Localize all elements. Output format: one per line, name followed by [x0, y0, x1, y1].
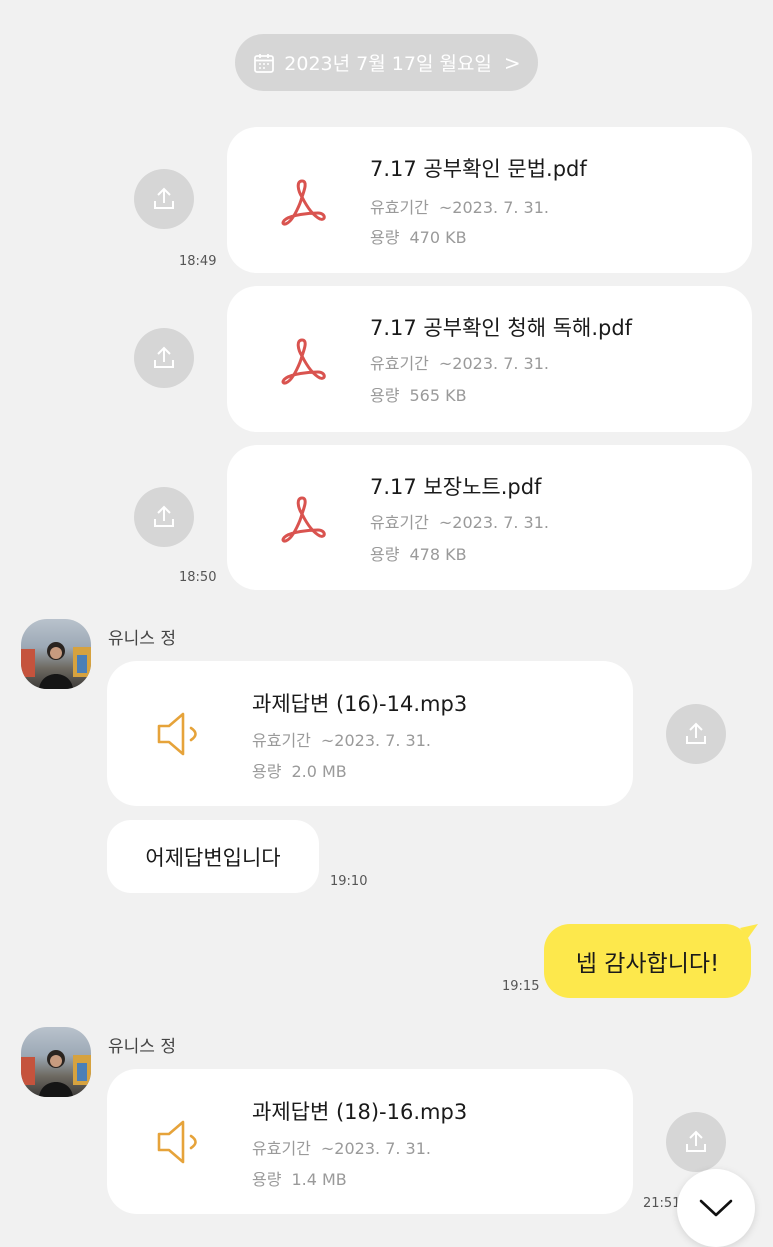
file-name: 7.17 보장노트.pdf	[370, 475, 542, 499]
chevron-down-icon	[699, 1199, 733, 1217]
message-time: 18:49	[179, 254, 217, 269]
file-name: 7.17 공부확인 청해 독해.pdf	[370, 316, 633, 340]
file-message[interactable]: 과제답변 (16)-14.mp3 유효기간 ~2023. 7. 31. 용량 2.0…	[107, 661, 633, 806]
file-expiry: 유효기간 ~2023. 7. 31.	[252, 1139, 431, 1158]
scroll-to-bottom-button[interactable]	[677, 1169, 755, 1247]
calendar-icon	[254, 53, 275, 73]
file-message[interactable]: 7.17 보장노트.pdf 유효기간 ~2023. 7. 31. 용량 478 KB	[227, 445, 752, 590]
chevron-right-icon: >	[503, 50, 521, 75]
message-time: 21:51	[643, 1196, 681, 1211]
file-expiry: 유효기간 ~2023. 7. 31.	[370, 354, 549, 373]
share-icon	[154, 346, 174, 368]
avatar[interactable]	[21, 619, 91, 689]
file-expiry: 유효기간 ~2023. 7. 31.	[252, 731, 431, 750]
file-expiry: 유효기간 ~2023. 7. 31.	[370, 513, 549, 532]
text-message[interactable]: 어제답변입니다	[107, 820, 319, 893]
file-size: 용량 565 KB	[370, 386, 467, 405]
speaker-icon	[157, 1120, 197, 1164]
message-time: 19:15	[502, 979, 540, 994]
pdf-icon	[281, 496, 326, 543]
my-text-message[interactable]: 넵 감사합니다!	[544, 924, 751, 998]
profile-photo	[21, 642, 91, 689]
pdf-icon	[281, 179, 326, 226]
speaker-icon	[157, 712, 197, 756]
file-name: 7.17 공부확인 문법.pdf	[370, 157, 587, 181]
message-time: 19:10	[330, 874, 368, 889]
file-size: 용량 478 KB	[370, 545, 467, 564]
file-size: 용량 470 KB	[370, 228, 467, 247]
share-icon	[154, 187, 174, 209]
file-size: 용량 1.4 MB	[252, 1170, 347, 1189]
share-icon	[686, 1130, 706, 1152]
file-message[interactable]: 7.17 공부확인 청해 독해.pdf 유효기간 ~2023. 7. 31. 용량…	[227, 286, 752, 432]
share-button[interactable]	[134, 169, 194, 229]
profile-photo	[21, 1050, 91, 1097]
avatar[interactable]	[21, 1027, 91, 1097]
share-button[interactable]	[134, 328, 194, 388]
date-label: 2023년 7월 17일 월요일	[284, 53, 492, 75]
share-icon	[686, 722, 706, 744]
message-text: 어제답변입니다	[145, 845, 281, 870]
file-message[interactable]: 과제답변 (18)-16.mp3 유효기간 ~2023. 7. 31. 용량 1.4…	[107, 1069, 633, 1214]
share-button[interactable]	[666, 1112, 726, 1172]
pdf-icon	[281, 338, 326, 385]
file-name: 과제답변 (18)-16.mp3	[252, 1100, 468, 1124]
sender-name: 유니스 정	[108, 1037, 176, 1057]
message-time: 18:50	[179, 570, 217, 585]
file-expiry: 유효기간 ~2023. 7. 31.	[370, 198, 549, 217]
message-text: 넵 감사합니다!	[575, 951, 720, 977]
share-icon	[154, 505, 174, 527]
bubble-tail	[740, 924, 758, 938]
date-divider[interactable]: 2023년 7월 17일 월요일 >	[235, 34, 538, 91]
file-name: 과제답변 (16)-14.mp3	[252, 692, 468, 716]
file-size: 용량 2.0 MB	[252, 762, 347, 781]
file-message[interactable]: 7.17 공부확인 문법.pdf 유효기간 ~2023. 7. 31. 용량 470…	[227, 127, 752, 273]
share-button[interactable]	[134, 487, 194, 547]
sender-name: 유니스 정	[108, 629, 176, 649]
share-button[interactable]	[666, 704, 726, 764]
